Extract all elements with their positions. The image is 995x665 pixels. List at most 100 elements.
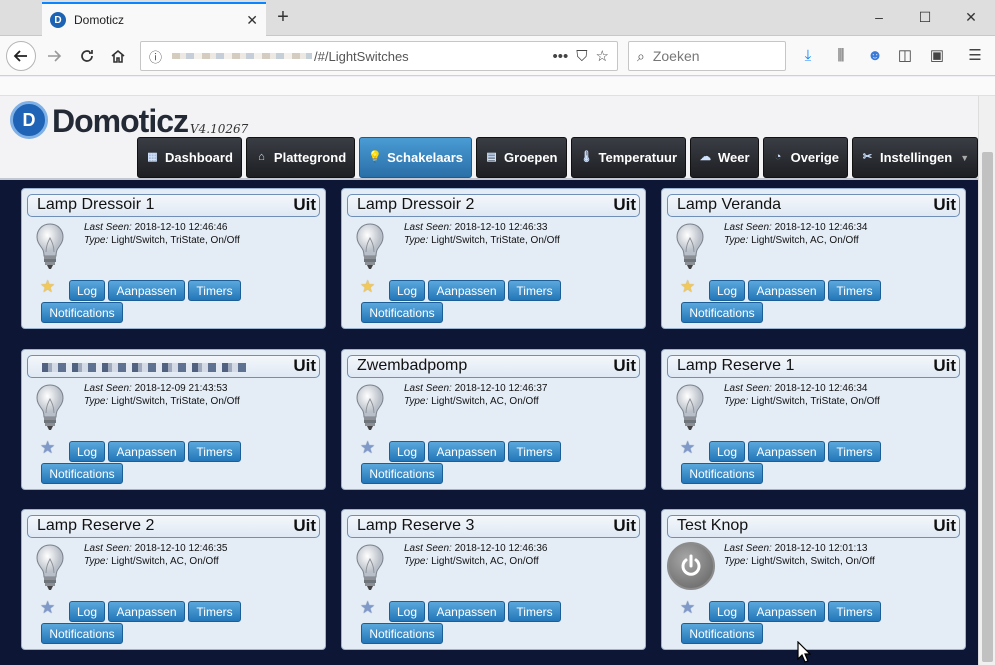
menu-instellingen[interactable]: ✂ Instellingen ▼ [852,137,978,178]
reload-button[interactable] [73,42,101,70]
hamburger-menu-icon[interactable]: ☰ [964,45,986,67]
lightbulb-icon[interactable] [674,383,706,431]
timers-button[interactable]: Timers [508,280,561,301]
edit-button[interactable]: Aanpassen [108,441,185,462]
extension-icon[interactable]: ▣ [926,45,948,67]
timers-button[interactable]: Timers [828,280,881,301]
scenes-icon: ▤ [486,151,497,163]
menu-groepen[interactable]: ▤ Groepen [476,137,567,178]
home-button[interactable] [104,42,132,70]
last-seen-label: Last Seen: [404,543,452,554]
last-seen-value: 2018-12-10 12:46:37 [454,383,548,394]
minimize-button[interactable]: – [864,6,894,28]
favorite-star-icon[interactable]: ★ [360,439,375,457]
notifications-button[interactable]: Notifications [41,302,123,323]
log-button[interactable]: Log [389,441,425,462]
lightbulb-icon[interactable] [34,383,66,431]
lightbulb-icon[interactable] [354,543,386,591]
edit-button[interactable]: Aanpassen [428,601,505,622]
edit-button[interactable]: Aanpassen [748,280,825,301]
site-info-icon[interactable]: ⓘ [149,47,162,66]
scrollbar-thumb[interactable] [982,152,993,662]
log-button[interactable]: Log [709,280,745,301]
lightbulb-icon[interactable] [674,222,706,270]
log-button[interactable]: Log [709,441,745,462]
menu-schakelaars[interactable]: 💡 Schakelaars [359,137,473,178]
edit-button[interactable]: Aanpassen [108,601,185,622]
last-seen: Last Seen: 2018-12-10 12:46:37 [404,383,547,394]
lightbulb-icon[interactable] [34,222,66,270]
timers-button[interactable]: Timers [508,601,561,622]
last-seen-value: 2018-12-10 12:01:13 [774,543,868,554]
log-button[interactable]: Log [69,601,105,622]
favorite-star-icon[interactable]: ★ [40,278,55,296]
edit-button[interactable]: Aanpassen [748,441,825,462]
domoticz-logo[interactable]: D Domoticz V4.10267 [10,101,248,139]
favorite-star-icon[interactable]: ★ [680,278,695,296]
edit-button[interactable]: Aanpassen [108,280,185,301]
lightbulb-icon[interactable] [354,383,386,431]
lightbulb-icon[interactable] [34,543,66,591]
tab-close-icon[interactable]: ✕ [246,12,258,29]
log-button[interactable]: Log [69,441,105,462]
notifications-button[interactable]: Notifications [681,623,763,644]
lightbulb-icon[interactable] [354,222,386,270]
edit-button[interactable]: Aanpassen [428,280,505,301]
notifications-button[interactable]: Notifications [361,463,443,484]
timers-button[interactable]: Timers [828,601,881,622]
notifications-button[interactable]: Notifications [681,302,763,323]
pocket-icon[interactable]: ⛉ [576,48,587,65]
timers-button[interactable]: Timers [188,601,241,622]
type-value: Light/Switch, TriState, On/Off [751,396,880,407]
log-button[interactable]: Log [389,601,425,622]
timers-button[interactable]: Timers [188,441,241,462]
new-tab-button[interactable]: + [272,5,294,29]
favorite-star-icon[interactable]: ★ [360,278,375,296]
menu-overige[interactable]: ◔ Overige [762,137,848,178]
device-name: Test Knop [677,517,749,534]
notifications-button[interactable]: Notifications [361,302,443,323]
timers-button[interactable]: Timers [188,280,241,301]
page-actions-icon[interactable]: ••• [553,48,569,65]
edit-button[interactable]: Aanpassen [428,441,505,462]
power-icon[interactable] [667,542,715,590]
menu-plattegrond[interactable]: ⌂ Plattegrond [245,137,356,178]
back-button[interactable] [6,41,36,71]
menu-temperatuur[interactable]: 🌡 Temperatuur [570,137,687,178]
notifications-button[interactable]: Notifications [361,623,443,644]
edit-button[interactable]: Aanpassen [748,601,825,622]
favorite-star-icon[interactable]: ★ [40,599,55,617]
maximize-button[interactable]: ☐ [910,6,940,28]
device-type: Type: Light/Switch, TriState, On/Off [84,235,240,246]
close-window-button[interactable]: ✕ [956,6,986,28]
menu-dashboard[interactable]: ▦ Dashboard [137,137,242,178]
notifications-button[interactable]: Notifications [681,463,763,484]
log-button[interactable]: Log [69,280,105,301]
notifications-button[interactable]: Notifications [41,463,123,484]
bookmarks-strip [0,77,995,96]
timers-button[interactable]: Timers [508,441,561,462]
forward-button[interactable] [40,42,68,70]
log-button[interactable]: Log [709,601,745,622]
browser-tab-bar: D Domoticz ✕ + – ☐ ✕ [0,0,995,36]
notifications-button[interactable]: Notifications [41,623,123,644]
timers-button[interactable]: Timers [828,441,881,462]
sidebar-icon[interactable]: ◫ [894,45,916,67]
log-button[interactable]: Log [389,280,425,301]
device-type: Type: Light/Switch, AC, On/Off [724,235,859,246]
library-icon[interactable]: ⫼ [830,45,852,67]
favorite-star-icon[interactable]: ★ [360,599,375,617]
device-name: Lamp Reserve 1 [677,357,795,374]
bookmark-star-icon[interactable]: ☆ [596,47,609,65]
menu-weer[interactable]: ☁ Weer [690,137,759,178]
type-value: Light/Switch, AC, On/Off [431,396,539,407]
page-scrollbar[interactable] [978,96,995,665]
favorite-star-icon[interactable]: ★ [680,599,695,617]
favorite-star-icon[interactable]: ★ [40,439,55,457]
search-field[interactable]: ⌕ Zoeken [628,41,786,71]
browser-tab[interactable]: D Domoticz ✕ [42,2,266,36]
favorite-star-icon[interactable]: ★ [680,439,695,457]
extension-ghost-icon[interactable]: ☻ [864,45,886,67]
address-bar[interactable]: ⓘ /#/LightSwitches ••• ⛉ ☆ [140,41,618,71]
downloads-icon[interactable]: ⤓ [797,45,819,67]
